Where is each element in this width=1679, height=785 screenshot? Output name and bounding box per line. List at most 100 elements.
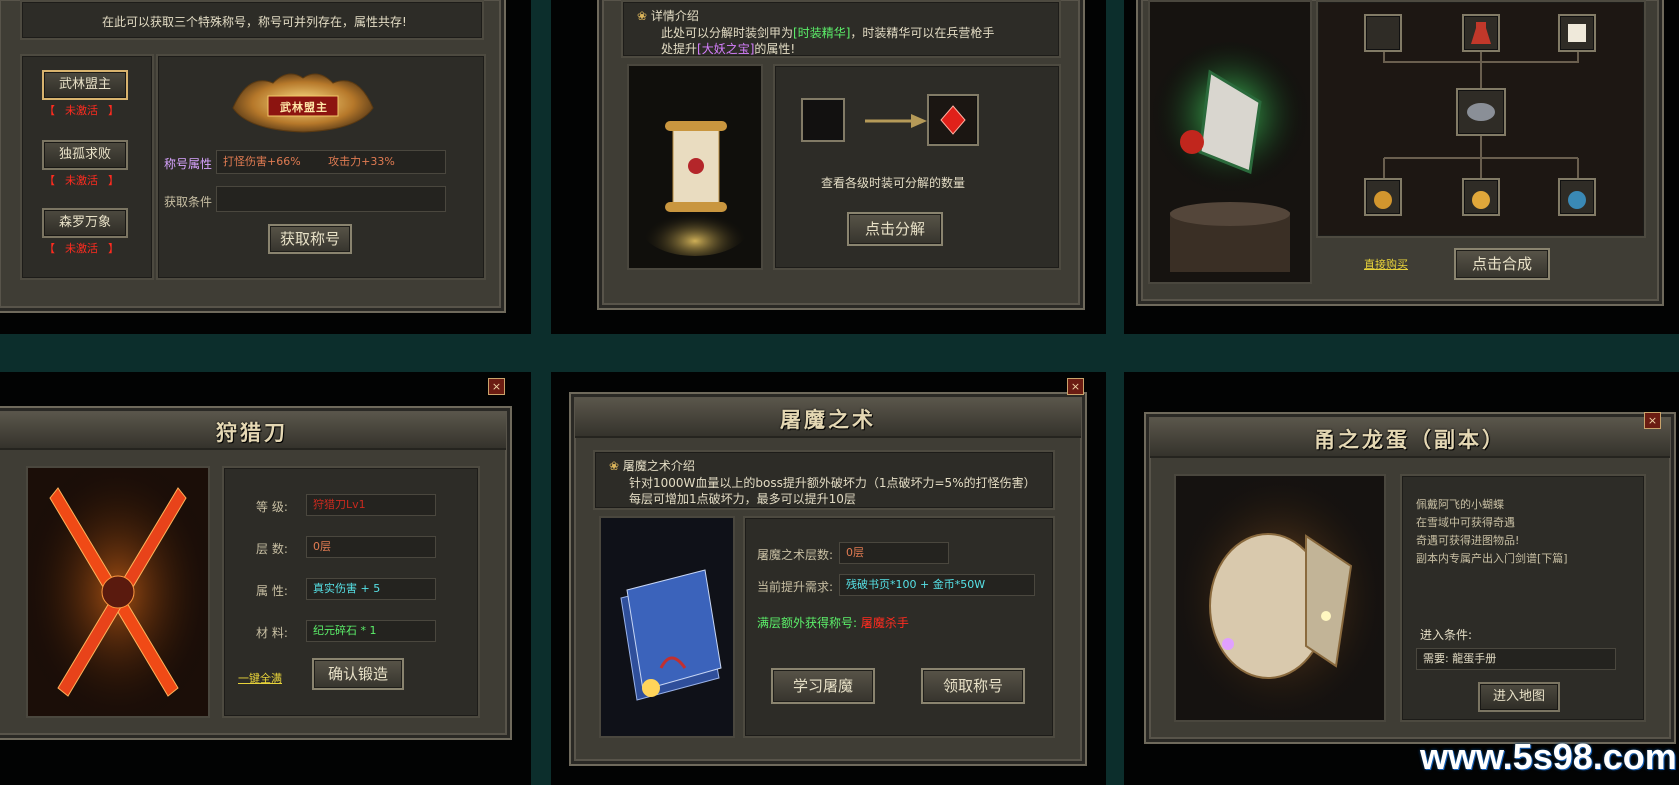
synth-tree-box	[1316, 0, 1646, 238]
decompose-intro-box: ❀ 详情介绍 此处可以分解时装剑甲为[时装精华]，时装精华可以在兵营枪手 处提升…	[621, 0, 1061, 58]
dragon-desc-2: 在雪域中可获得奇遇	[1416, 516, 1515, 529]
demon-intro-box: ❀ 屠魔之术介绍 针对1000W血量以上的boss提升额外破坏力（1点破坏力=5…	[593, 450, 1055, 510]
decompose-button[interactable]: 点击分解	[847, 212, 943, 246]
demon-cell: 屠魔之术 × ❀ 屠魔之术介绍 针对1000W血量以上的boss提升额外破坏力（…	[551, 372, 1106, 785]
dragon-title: 甬之龙蛋（副本）	[1314, 427, 1506, 452]
synth-preview	[1148, 0, 1312, 284]
demon-titlebar: 屠魔之术	[575, 398, 1081, 438]
dragon-close-icon[interactable]: ×	[1644, 412, 1661, 429]
material-slot-1[interactable]	[1364, 14, 1402, 52]
decompose-panel: ❀ 详情介绍 此处可以分解时装剑甲为[时装精华]，时装精华可以在兵营枪手 处提升…	[597, 0, 1085, 310]
arrow-right-icon	[865, 112, 929, 133]
blade-attr-value: 真实伤害 + 5	[306, 578, 436, 600]
dragon-panel: 甬之龙蛋（副本） × 佩戴阿飞的小蝴蝶 在雪域中可获得奇遇 奇遇可获得进图物品!…	[1144, 412, 1676, 744]
title-intro-text: 在此可以获取三个特殊称号，称号可并列存在，属性共存!	[102, 15, 407, 29]
material-slot-5[interactable]	[1462, 178, 1500, 216]
title-detail-box: 武林盟主 称号属性 打怪伤害+66% 攻击力+33% 获取条件 获取称号	[156, 54, 486, 280]
blade-panel: 狩猎刀 × 等 级: 狩猎刀Lv1 层 数: 0层 属 性: 真实伤害 + 5 …	[0, 378, 512, 740]
red-gem-icon	[940, 105, 966, 135]
demon-reward-value: 屠魔杀手	[860, 616, 909, 630]
demon-layers-label: 屠魔之术层数:	[757, 548, 834, 562]
book-art	[620, 569, 722, 701]
title-cell: 在此可以获取三个特殊称号，称号可并列存在，属性共存! 武林盟主 【未激活】 独孤…	[0, 0, 531, 334]
blade-cell: 狩猎刀 × 等 级: 狩猎刀Lv1 层 数: 0层 属 性: 真实伤害 + 5 …	[0, 372, 531, 785]
demon-title: 屠魔之术	[780, 407, 876, 432]
title-attr-field: 打怪伤害+66% 攻击力+33%	[216, 150, 446, 174]
dragon-info-box: 佩戴阿飞的小蝴蝶 在雪域中可获得奇遇 奇遇可获得进图物品! 副本内专属产出入门剑…	[1400, 474, 1646, 722]
claim-title-button[interactable]: 领取称号	[921, 668, 1025, 704]
demon-intro-line1: 针对1000W血量以上的boss提升额外破坏力（1点破坏力=5%的打怪伤害）	[629, 476, 1036, 490]
decompose-cell: ❀ 详情介绍 此处可以分解时装剑甲为[时装精华]，时装精华可以在兵营枪手 处提升…	[551, 0, 1106, 334]
title-badge: 武林盟主	[228, 68, 378, 136]
dragon-desc-3: 奇遇可获得进图物品!	[1416, 534, 1520, 547]
blade-layers-label: 层 数:	[256, 542, 288, 556]
dragon-desc-4: 副本内专属产出入门剑谱[下篇]	[1416, 552, 1568, 565]
decompose-work-box: 查看各级时装可分解的数量 点击分解	[773, 64, 1061, 270]
fill-all-link[interactable]: 一键全满	[238, 670, 282, 686]
decompose-preview	[627, 64, 763, 270]
demon-reward-label: 满层额外获得称号:	[757, 616, 858, 630]
blade-title: 狩猎刀	[216, 420, 288, 445]
lotus-icon: ❀	[609, 459, 620, 473]
title-cond-label: 获取条件	[164, 195, 213, 209]
tab-dugu[interactable]: 独孤求败	[42, 140, 128, 170]
watermark: www.5s98.com	[1420, 736, 1677, 777]
blade-level-label: 等 级:	[256, 500, 288, 514]
tab-wulin[interactable]: 武林盟主	[42, 70, 128, 100]
learn-demon-button[interactable]: 学习屠魔	[771, 668, 875, 704]
synth-cell: 直接购买 点击合成	[1124, 0, 1679, 334]
title-intro-box: 在此可以获取三个特殊称号，称号可并列存在，属性共存!	[20, 0, 484, 40]
demon-intro-title: ❀ 屠魔之术介绍	[609, 459, 695, 473]
blade-preview	[26, 466, 210, 718]
title-tabs-box: 武林盟主 【未激活】 独孤求败 【未激活】 森罗万象 【未激活】	[20, 54, 154, 280]
synth-panel: 直接购买 点击合成	[1136, 0, 1664, 306]
crossed-blades-art	[28, 468, 208, 716]
material-slot-4[interactable]	[1364, 178, 1402, 216]
demon-req-label: 当前提升需求:	[757, 580, 834, 594]
tab-senluo[interactable]: 森罗万象	[42, 208, 128, 238]
dragon-cond-label: 进入条件:	[1420, 628, 1473, 642]
demon-preview	[599, 516, 735, 738]
material-slot-3[interactable]	[1558, 14, 1596, 52]
tab-dugu-status: 【未激活】	[44, 174, 119, 187]
title-panel: 在此可以获取三个特殊称号，称号可并列存在，属性共存! 武林盟主 【未激活】 独孤…	[0, 0, 506, 313]
decompose-intro-line2: 处提升[大妖之宝]的属性!	[661, 42, 796, 56]
scroll-item-art	[640, 121, 750, 256]
title-badge-text: 武林盟主	[280, 101, 328, 114]
demon-reward-line: 满层额外获得称号: 屠魔杀手	[757, 614, 909, 631]
blade-attr-label: 属 性:	[256, 584, 288, 598]
blade-material-label: 材 料:	[256, 626, 288, 640]
demon-req-value: 残破书页*100 + 金币*50W	[839, 574, 1035, 596]
decompose-hint[interactable]: 查看各级时装可分解的数量	[821, 174, 965, 191]
dragon-cond-value: 需要: 龍蛋手册	[1416, 648, 1616, 670]
dragon-titlebar: 甬之龙蛋（副本）	[1150, 418, 1670, 458]
title-attr-value-2: 攻击力+33%	[328, 155, 395, 168]
title-cond-field	[216, 186, 446, 212]
demon-panel: 屠魔之术 × ❀ 屠魔之术介绍 针对1000W血量以上的boss提升额外破坏力（…	[569, 378, 1087, 766]
demon-close-icon[interactable]: ×	[1067, 378, 1084, 395]
lotus-icon: ❀	[637, 9, 648, 23]
confirm-forge-button[interactable]: 确认锻造	[312, 658, 404, 690]
demon-info-box: 屠魔之术层数: 0层 当前提升需求: 残破书页*100 + 金币*50W 满层额…	[743, 516, 1055, 738]
demon-layers-value: 0层	[839, 542, 949, 564]
blade-layers-value: 0层	[306, 536, 436, 558]
decompose-output-slot[interactable]	[927, 94, 979, 146]
blade-info-box: 等 级: 狩猎刀Lv1 层 数: 0层 属 性: 真实伤害 + 5 材 料: 纪…	[222, 466, 480, 718]
material-slot-6[interactable]	[1558, 178, 1596, 216]
blade-level-value: 狩猎刀Lv1	[306, 494, 436, 516]
title-attr-label: 称号属性	[164, 157, 213, 171]
decompose-input-slot[interactable]	[801, 98, 845, 142]
blade-titlebar: 狩猎刀	[0, 412, 506, 450]
synth-result-slot[interactable]	[1456, 88, 1506, 136]
decompose-intro-line1: 此处可以分解时装剑甲为[时装精华]，时装精华可以在兵营枪手	[661, 26, 995, 40]
buy-link[interactable]: 直接购买	[1364, 256, 1408, 272]
dragon-preview	[1174, 474, 1386, 722]
material-slot-2[interactable]	[1462, 14, 1500, 52]
blade-close-icon[interactable]: ×	[488, 378, 505, 395]
tab-senluo-status: 【未激活】	[44, 242, 119, 255]
get-title-button[interactable]: 获取称号	[268, 224, 352, 254]
enter-map-button[interactable]: 进入地图	[1478, 682, 1560, 712]
demon-intro-line2: 每层可增加1点破坏力，最多可以提升10层	[629, 492, 856, 506]
tab-wulin-status: 【未激活】	[44, 104, 119, 117]
synth-button[interactable]: 点击合成	[1454, 248, 1550, 280]
